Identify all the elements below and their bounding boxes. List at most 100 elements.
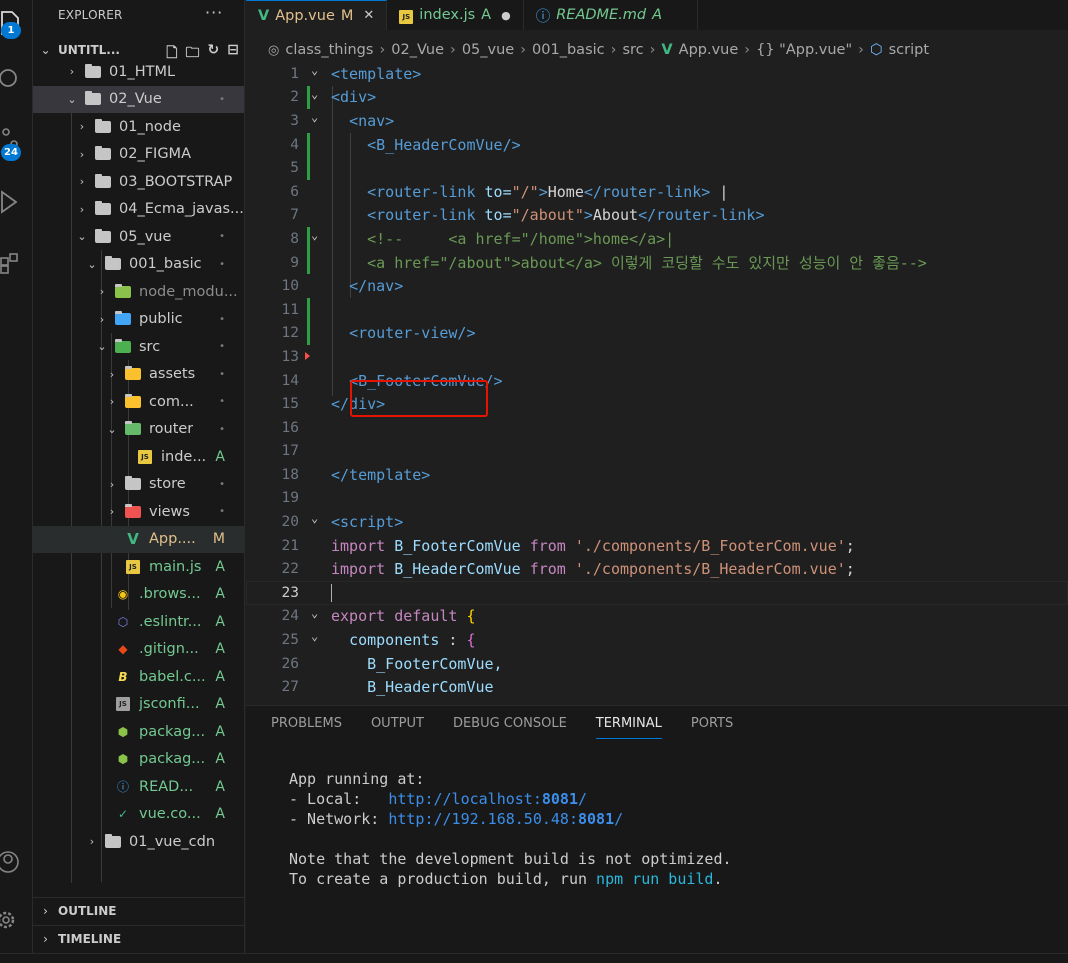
breadcrumb-item[interactable]: {} "App.vue" bbox=[756, 42, 852, 58]
line-number: 14 bbox=[281, 372, 299, 389]
tree-item-components[interactable]: › com... • bbox=[33, 388, 244, 416]
fold-chevron-icon[interactable]: ⌄ bbox=[311, 110, 318, 124]
breadcrumb-item[interactable]: 001_basic bbox=[532, 42, 605, 58]
tab-debug-console[interactable]: DEBUG CONSOLE bbox=[453, 716, 567, 739]
search-activity-button[interactable] bbox=[0, 56, 33, 100]
tree-item-jsconfig[interactable]: JS jsconfi... A bbox=[33, 691, 244, 719]
deleted-line-marker[interactable] bbox=[305, 352, 310, 361]
breadcrumb-item[interactable]: 02_Vue bbox=[391, 42, 444, 58]
line-number: 21 bbox=[281, 537, 299, 554]
chevron-right-icon: › bbox=[43, 931, 48, 946]
line-number: 10 bbox=[281, 278, 299, 295]
tree-item-status: • bbox=[219, 396, 225, 408]
fold-chevron-icon[interactable]: ⌄ bbox=[311, 511, 318, 525]
breadcrumb-item[interactable]: App.vue bbox=[679, 42, 739, 58]
fold-chevron-icon[interactable]: ⌄ bbox=[311, 87, 318, 101]
tree-item-router[interactable]: ⌄ router • bbox=[33, 416, 244, 444]
run-debug-activity-button[interactable] bbox=[0, 180, 33, 224]
tab-terminal[interactable]: TERMINAL bbox=[595, 716, 662, 739]
explorer-activity-button[interactable]: 1 bbox=[0, 0, 33, 44]
tree-item-02-vue[interactable]: ⌄ 02_Vue • bbox=[33, 85, 244, 113]
accounts-activity-button[interactable] bbox=[0, 840, 33, 884]
tab-app-vue[interactable]: V App.vue M ✕ bbox=[246, 0, 388, 30]
tree-item-gitignore[interactable]: ◆ .gitign... A bbox=[33, 636, 244, 664]
tree-item-store[interactable]: › store • bbox=[33, 471, 244, 499]
tree-item-001-basic[interactable]: ⌄ 001_basic • bbox=[33, 251, 244, 279]
tree-item-label: 02_FIGMA bbox=[119, 146, 191, 163]
assets-folder-icon bbox=[123, 366, 143, 382]
tree-item-status: A bbox=[215, 806, 225, 823]
tree-item-03-bootstrap[interactable]: › 03_BOOTSTRAP bbox=[33, 168, 244, 196]
tree-item-babel-config[interactable]: B babel.c... A bbox=[33, 663, 244, 691]
line-number: 19 bbox=[281, 490, 299, 507]
tab-readme[interactable]: ⓘ README.md A bbox=[524, 0, 699, 30]
unsaved-dot-icon[interactable]: ● bbox=[501, 9, 511, 22]
tree-item-label: 02_Vue bbox=[109, 91, 162, 108]
extensions-activity-button[interactable] bbox=[0, 240, 33, 284]
tree-item-01-vue-cdn[interactable]: › 01_vue_cdn bbox=[33, 828, 244, 856]
tab-status: M bbox=[340, 7, 354, 24]
chevron-down-icon: ⌄ bbox=[107, 422, 117, 436]
network-url-link[interactable]: http://192.168.50.48: bbox=[388, 810, 578, 828]
tree-item-vue-config[interactable]: ✓ vue.co... A bbox=[33, 801, 244, 829]
tree-item-package-lock[interactable]: ⬢ packag... A bbox=[33, 718, 244, 746]
tree-item-status: • bbox=[219, 231, 225, 243]
tree-item-package-json[interactable]: ⬢ packag... A bbox=[33, 746, 244, 774]
tree-item-app-vue[interactable]: V App.... M bbox=[33, 525, 244, 553]
tree-item-label: assets bbox=[149, 366, 196, 383]
tree-item-node-modules[interactable]: › node_modu... bbox=[33, 278, 244, 306]
tree-item-05-vue[interactable]: ⌄ 05_vue • bbox=[33, 223, 244, 251]
tree-item-label: babel.c... bbox=[139, 668, 206, 685]
terminal-output[interactable]: App running at: - Local: http://localhos… bbox=[289, 769, 732, 889]
tree-item-src[interactable]: ⌄ src • bbox=[33, 333, 244, 361]
tree-item-status: • bbox=[219, 313, 225, 325]
code-token: "/" bbox=[511, 182, 539, 201]
tab-index-js[interactable]: JS index.js A ● bbox=[387, 0, 524, 30]
chevron-right-icon: › bbox=[79, 147, 85, 161]
tab-problems[interactable]: PROBLEMS bbox=[271, 716, 342, 739]
tree-item-public[interactable]: › public • bbox=[33, 306, 244, 334]
fold-chevron-icon[interactable]: ⌄ bbox=[311, 228, 318, 242]
tab-output[interactable]: OUTPUT bbox=[371, 716, 424, 739]
line-number: 15 bbox=[281, 396, 299, 413]
tree-item-main-js[interactable]: JS main.js A bbox=[33, 553, 244, 581]
tree-item-01-html[interactable]: › 01_HTML bbox=[33, 58, 244, 86]
account-icon bbox=[0, 851, 19, 873]
timeline-section-header[interactable]: › TIMELINE bbox=[33, 925, 244, 951]
tree-item-04-ecma[interactable]: › 04_Ecma_javas... bbox=[33, 196, 244, 224]
breadcrumb-item[interactable]: class_things bbox=[285, 42, 373, 58]
breadcrumb: ◎ class_things › 02_Vue › 05_vue › 001_basi… bbox=[268, 42, 930, 58]
fold-chevron-icon[interactable]: ⌄ bbox=[311, 629, 318, 643]
tree-item-02-figma[interactable]: › 02_FIGMA bbox=[33, 141, 244, 169]
tab-ports[interactable]: PORTS bbox=[691, 716, 733, 739]
tree-item-readme[interactable]: ⓘ READ... A bbox=[33, 773, 244, 801]
code-token: ; bbox=[845, 536, 855, 555]
tree-item-views[interactable]: › views • bbox=[33, 498, 244, 526]
source-control-activity-button[interactable]: 24 bbox=[0, 116, 33, 161]
tree-item-assets[interactable]: › assets • bbox=[33, 361, 244, 389]
breadcrumb-item[interactable]: script bbox=[889, 42, 929, 58]
line-number: 26 bbox=[281, 655, 299, 672]
breadcrumb-item[interactable]: src bbox=[622, 42, 643, 58]
fold-chevron-icon[interactable]: ⌄ bbox=[311, 606, 318, 620]
terminal-line: - Local: bbox=[289, 790, 389, 808]
close-icon[interactable]: ✕ bbox=[363, 8, 374, 23]
folder-icon bbox=[123, 476, 143, 492]
tree-item-browserslistrc[interactable]: ◉ .brows... A bbox=[33, 581, 244, 609]
network-port: 8081 bbox=[578, 810, 615, 828]
tree-item-status: A bbox=[215, 668, 225, 685]
local-url-link[interactable]: http://localhost: bbox=[388, 790, 542, 808]
code-token: './components/B_HeaderCom.vue' bbox=[565, 560, 846, 579]
tree-item-eslintrc[interactable]: ⬡ .eslintr... A bbox=[33, 608, 244, 636]
more-actions-icon[interactable]: ··· bbox=[205, 3, 223, 22]
outline-section-header[interactable]: › OUTLINE bbox=[33, 897, 244, 923]
breadcrumb-item[interactable]: 05_vue bbox=[462, 42, 514, 58]
line-number: 24 bbox=[281, 608, 299, 625]
line-number: 4 bbox=[290, 136, 299, 153]
code-editor[interactable]: 1 ⌄ <template> 2 ⌄ <div> 3 ⌄ <nav> 4 <B_Heade… bbox=[246, 62, 1068, 699]
manage-activity-button[interactable] bbox=[0, 898, 33, 942]
tree-item-router-index-js[interactable]: JS inde... A bbox=[33, 443, 244, 471]
globe-folder-icon bbox=[113, 311, 133, 327]
fold-chevron-icon[interactable]: ⌄ bbox=[311, 63, 318, 77]
tree-item-01-node[interactable]: › 01_node bbox=[33, 113, 244, 141]
